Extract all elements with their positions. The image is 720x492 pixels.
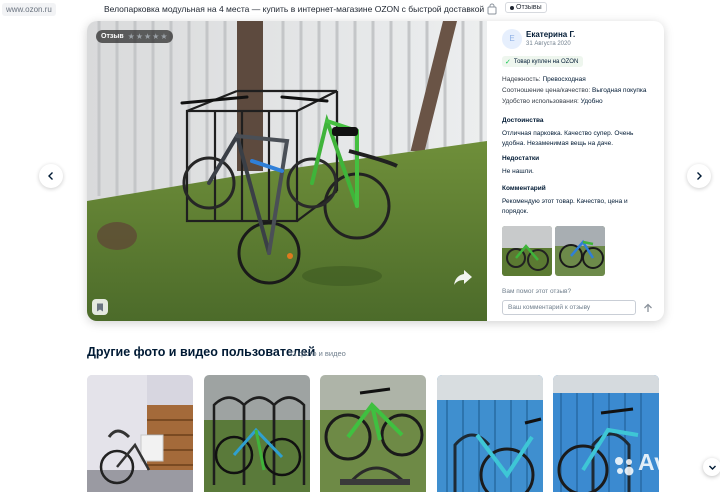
review-panel: Е Екатерина Г. 31 Августа 2020 ✓ Товар к… xyxy=(487,21,664,321)
previous-review-button[interactable] xyxy=(39,164,63,188)
gallery-item[interactable] xyxy=(437,375,543,492)
star-icon: ★ xyxy=(135,31,143,41)
attribute-value: Удобно xyxy=(580,98,603,105)
avito-watermark: Avito xyxy=(638,449,698,475)
url-field[interactable]: www.ozon.ru xyxy=(2,3,56,16)
cons-text: Не нашли. xyxy=(502,168,534,175)
pros-title: Достоинства xyxy=(502,117,544,124)
browser-top-bar: www.ozon.ru Велопарковка модульная на 4 … xyxy=(0,0,720,18)
verified-purchase-badge: ✓ Товар куплен на OZON xyxy=(502,56,584,67)
verified-label: Товар куплен на OZON xyxy=(513,58,579,65)
review-attributes: Надежность: Превосходная Соотношение цен… xyxy=(502,74,662,107)
chevron-left-icon xyxy=(48,172,53,180)
review-modal: Отзыв ★ ★ ★ ★ ★ Е Екатерина Г. 31 Август… xyxy=(87,21,664,321)
gallery-image xyxy=(320,375,426,492)
star-icon: ★ xyxy=(127,31,135,41)
pros-text: Отличная парковка. Качество супер. Очень… xyxy=(502,130,634,147)
thumbnail-image xyxy=(502,226,552,276)
avatar: Е xyxy=(502,29,522,49)
share-icon[interactable] xyxy=(452,267,474,287)
reviews-chip[interactable]: Отзывы xyxy=(505,2,547,13)
helpful-question: Вам помог этот отзыв? xyxy=(502,288,572,295)
send-icon xyxy=(644,303,652,312)
dot-icon xyxy=(510,5,514,10)
attribute-key: Удобство использования: xyxy=(502,98,579,105)
reviews-chip-label: Отзывы xyxy=(516,3,542,11)
other-media-title: Другие фото и видео пользователей xyxy=(87,345,316,359)
review-thumbnail[interactable] xyxy=(555,226,605,276)
gallery-image xyxy=(204,375,310,492)
cons-title: Недостатки xyxy=(502,155,540,162)
check-icon: ✓ xyxy=(505,58,511,66)
review-badge: Отзыв ★ ★ ★ ★ ★ xyxy=(96,30,173,43)
chevron-right-icon xyxy=(697,172,702,180)
attribute-value: Выгодная покупка xyxy=(592,87,647,94)
attribute-key: Соотношение цена/качество: xyxy=(502,87,591,94)
gallery-image xyxy=(87,375,193,492)
comment-title: Комментарий xyxy=(502,185,546,192)
star-icon: ★ xyxy=(143,31,152,41)
review-photo[interactable]: Отзыв ★ ★ ★ ★ ★ xyxy=(87,21,487,321)
next-review-button[interactable] xyxy=(687,164,711,188)
bike-rack-photo xyxy=(87,21,487,321)
gallery-item[interactable] xyxy=(204,375,310,492)
rating-stars: ★ ★ ★ ★ ★ xyxy=(127,31,168,41)
star-icon: ★ xyxy=(160,31,168,41)
attribute-row: Удобство использования: Удобно xyxy=(502,96,662,107)
gallery-item[interactable] xyxy=(87,375,193,492)
thumbnail-image xyxy=(555,226,605,276)
avito-logo-icon xyxy=(615,457,634,476)
other-media-count: 11 фото и видео xyxy=(289,349,346,358)
gallery-expand-button[interactable] xyxy=(703,458,720,476)
review-date: 31 Августа 2020 xyxy=(526,41,571,47)
bag-icon[interactable] xyxy=(486,3,498,15)
attribute-value: Превосходная xyxy=(542,76,586,83)
star-icon: ★ xyxy=(152,31,160,41)
comment-text: Рекомендую этот товар. Качество, цена и … xyxy=(502,198,628,215)
comment-input[interactable] xyxy=(502,300,636,315)
attribute-key: Надежность: xyxy=(502,76,541,83)
author-name[interactable]: Екатерина Г. xyxy=(526,30,575,39)
attribute-row: Надежность: Превосходная xyxy=(502,74,662,85)
send-comment-button[interactable] xyxy=(641,301,655,315)
chevron-down-icon xyxy=(708,465,716,470)
bookmark-icon xyxy=(97,303,103,311)
page-title: Велопарковка модульная на 4 места — купи… xyxy=(104,4,485,14)
attribute-row: Соотношение цена/качество: Выгодная поку… xyxy=(502,85,662,96)
review-thumbnail[interactable] xyxy=(502,226,552,276)
badge-label: Отзыв xyxy=(101,33,124,40)
bookmark-button[interactable] xyxy=(92,299,108,315)
gallery-image xyxy=(437,375,543,492)
gallery-item[interactable] xyxy=(320,375,426,492)
